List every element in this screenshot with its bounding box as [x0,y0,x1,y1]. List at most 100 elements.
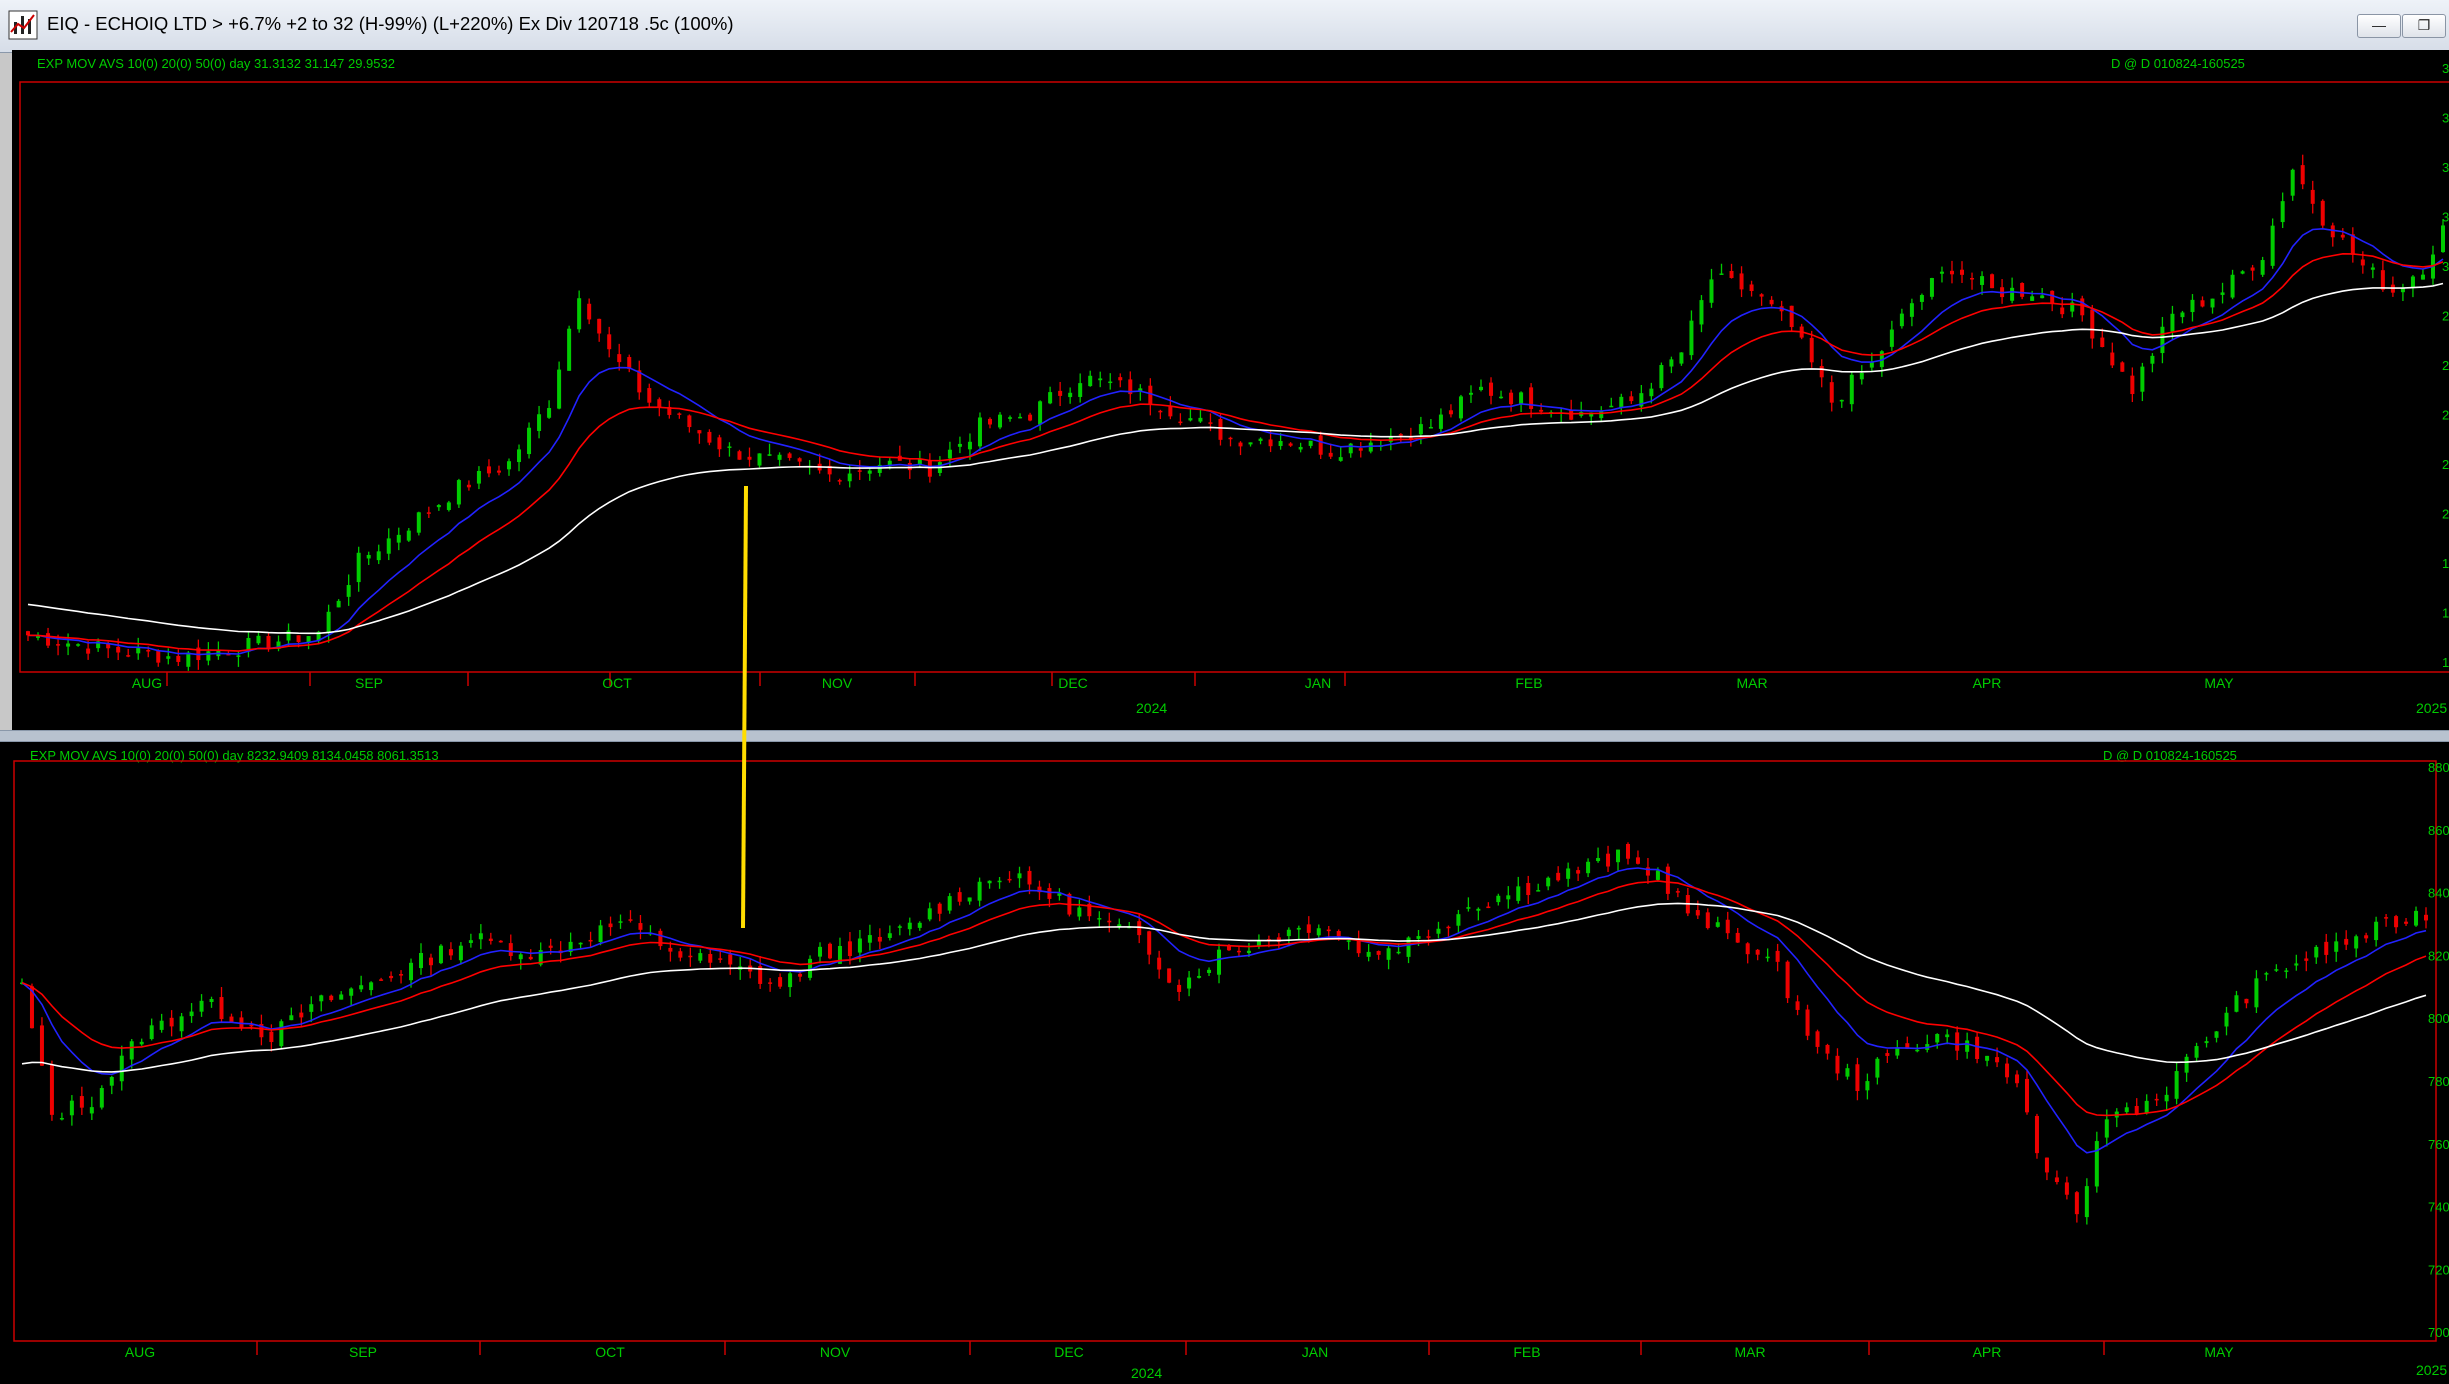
ema-50-line [21,902,2427,1073]
candle-body [1745,943,1750,955]
candle-body [506,461,511,470]
candle-body [2024,1078,2029,1113]
candle-body [1217,949,1222,975]
candle-body [1995,1057,2000,1063]
candle-body [608,923,613,928]
candle-body [2370,267,2375,270]
y-tick-label: 20 [2442,507,2449,522]
candle-body [547,408,552,418]
candle-body [1187,977,1192,989]
candle-body [717,437,722,450]
candle-body [2064,1182,2069,1195]
index-chart-pane[interactable]: EXP MOV AVS 10(0) 20(0) 50(0) day 8232.9… [0,742,2449,1384]
candle-body [1178,421,1183,424]
x-tick-label: AUG [132,675,162,691]
y-tick-label: 38 [2442,61,2449,76]
candle-body [486,466,491,474]
year-label: 2024 [1131,1365,1162,1381]
minimize-button[interactable]: — [2357,14,2401,38]
candle-body [1027,870,1032,885]
candle-body [1017,873,1022,879]
candle-body [1965,1040,1970,1052]
candle-body [1755,949,1760,955]
candle-body [1358,448,1363,451]
x-tick-label: OCT [595,1344,625,1360]
candle-body [1168,406,1173,417]
x-tick-label: JAN [1305,675,1331,691]
candle-body [1147,931,1152,955]
candle-body [2134,1105,2139,1114]
candle-body [1669,359,1674,367]
candle-body [456,480,461,505]
candle-body [1198,417,1203,422]
candle-body [468,940,473,943]
candle-body [1509,392,1514,405]
candle-body [2424,914,2428,921]
candle-body [1990,274,1995,289]
x-tick-label: NOV [820,1344,851,1360]
candle-body [199,1000,204,1012]
candle-body [2234,995,2239,1012]
candle-body [2020,283,2025,297]
candle-body [1458,396,1463,419]
candle-body [39,1025,44,1066]
candle-body [1539,409,1544,412]
candle-body [136,648,141,654]
candle-body [169,1017,174,1027]
candle-body [1097,918,1102,920]
candle-body [59,1118,64,1120]
candle-body [1739,273,1744,290]
candle-body [777,454,782,460]
candle-body [396,534,401,543]
candle-body [2034,1115,2039,1154]
candle-body [658,930,663,947]
candle-body [2404,921,2409,924]
candle-body [406,530,411,541]
candle-body [1248,442,1253,445]
candle-body [588,939,593,942]
candle-body [1729,270,1734,278]
candle-body [1446,926,1451,929]
price-chart-pane[interactable]: EXP MOV AVS 10(0) 20(0) 50(0) day 31.313… [12,50,2449,730]
ema-20-line [21,880,2427,1117]
candle-body [2200,300,2205,307]
candle-body [458,945,463,961]
candle-body [2170,313,2175,332]
candle-body [2260,260,2265,275]
candle-body [1476,908,1481,911]
candle-body [2394,916,2399,928]
candle-body [319,995,324,1002]
x-tick-label: DEC [1054,1344,1084,1360]
candle-body [309,1004,314,1012]
candle-body [1268,439,1273,447]
candle-body [186,652,191,667]
candle-body [1148,385,1153,405]
pane-splitter[interactable] [0,730,2449,742]
candle-body [1236,950,1241,953]
candle-body [1785,961,1790,999]
candle-body [527,427,532,455]
candle-body [1875,1058,1880,1078]
candle-body [346,585,351,597]
restore-button[interactable]: ❐ [2402,14,2446,38]
candle-body [1939,271,1944,274]
candle-body [1735,932,1740,943]
y-tick-label: 16 [2442,606,2449,621]
candle-body [1725,919,1730,934]
candle-body [1885,1053,1890,1056]
candle-body [2220,292,2225,295]
candle-body [957,443,962,447]
candle-body [2340,234,2345,238]
x-tick-label: JAN [1302,1344,1328,1360]
candle-body [708,954,713,963]
candle-body [1479,386,1484,391]
candle-body [1197,976,1202,978]
candle-body [386,538,391,554]
candle-body [1356,940,1361,954]
candle-body [99,1088,104,1108]
candle-body [1118,377,1123,381]
candle-body [1859,372,1864,380]
candle-body [1809,337,1814,363]
candle-body [1829,382,1834,403]
candle-body [957,892,962,902]
